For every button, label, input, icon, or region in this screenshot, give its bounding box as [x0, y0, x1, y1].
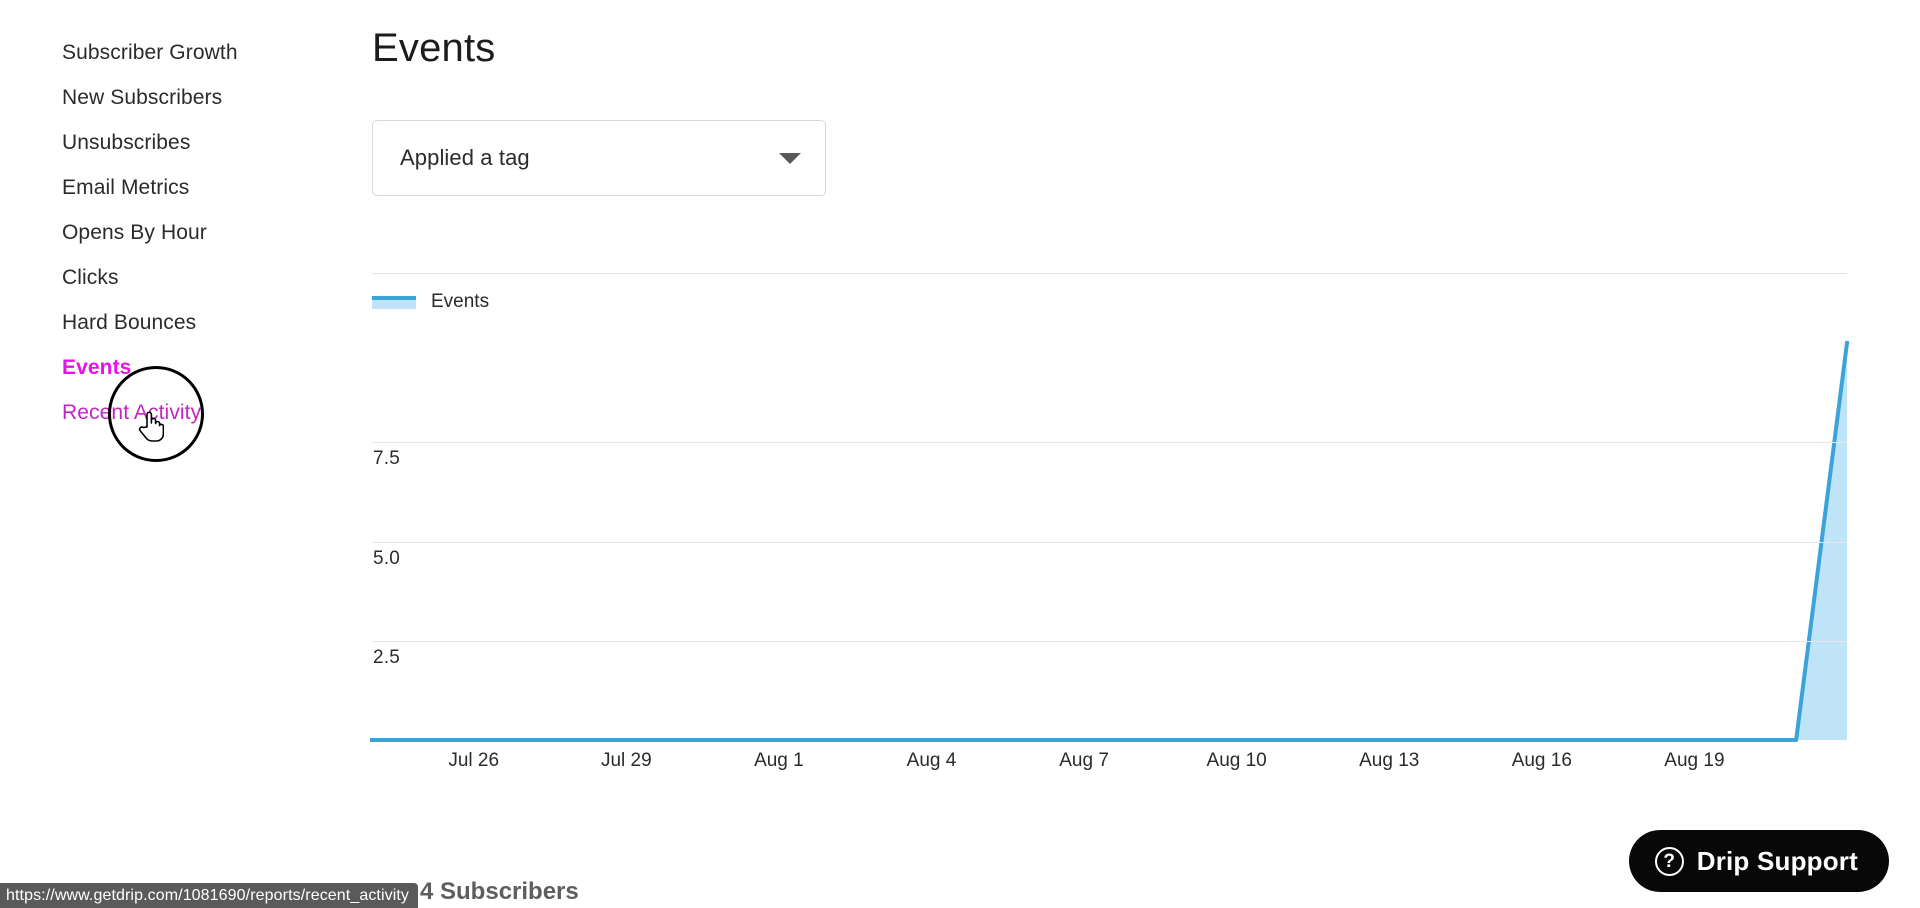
chart-y-tick-label: 2.5 [373, 646, 401, 668]
status-bar-url: https://www.getdrip.com/1081690/reports/… [0, 883, 419, 908]
chart-x-tick-label: Aug 19 [1664, 750, 1725, 771]
page-title: Events [372, 26, 496, 70]
sidebar-item-email-metrics[interactable]: Email Metrics [0, 165, 372, 210]
legend-label-events: Events [431, 291, 490, 312]
chart-x-tick-label: Aug 7 [1059, 750, 1109, 771]
events-chart: Events 2.5 5.0 7.5 Jul 26 Jul 29 Aug 1 Aug 4 A… [370, 255, 1850, 785]
chart-x-tick-label: Aug 10 [1206, 750, 1267, 771]
event-type-dropdown-value: Applied a tag [400, 145, 530, 170]
chart-y-tick-label: 5.0 [373, 547, 401, 569]
reports-page: Subscriber Growth New Subscribers Unsubs… [0, 0, 1920, 908]
chart-x-tick-label: Jul 26 [448, 750, 500, 771]
drip-support-label: Drip Support [1696, 845, 1858, 876]
sidebar-item-recent-activity[interactable]: Recent Activity [0, 390, 372, 435]
main-content: Events Applied a tag Events 2.5 5.0 7.5 Ju… [370, 0, 1920, 908]
sidebar-item-hard-bounces[interactable]: Hard Bounces [0, 300, 372, 345]
chart-x-tick-label: Aug 16 [1511, 750, 1572, 771]
sidebar-item-new-subscribers[interactable]: New Subscribers [0, 75, 372, 120]
chart-top-divider [372, 273, 1847, 274]
chart-x-tick-label: Aug 1 [754, 750, 804, 771]
chart-gridline [372, 442, 1847, 444]
chart-gridline [372, 541, 1847, 543]
chart-x-tick-label: Jul 29 [600, 750, 652, 771]
chart-gridline [372, 640, 1847, 642]
drip-support-button[interactable]: ? Drip Support [1628, 830, 1889, 892]
chevron-down-icon [779, 152, 801, 164]
question-circle-icon: ? [1654, 846, 1684, 876]
sidebar-item-opens-by-hour[interactable]: Opens By Hour [0, 210, 372, 255]
background-subscribers-text: 4 Subscribers [420, 878, 579, 905]
chart-x-tick-label: Aug 4 [906, 750, 957, 771]
chart-y-tick-label: 7.5 [373, 448, 401, 470]
event-type-dropdown[interactable]: Applied a tag [372, 120, 826, 196]
reports-sidebar: Subscriber Growth New Subscribers Unsubs… [0, 0, 372, 908]
legend-swatch-events [372, 295, 416, 309]
sidebar-item-subscriber-growth[interactable]: Subscriber Growth [0, 30, 372, 75]
chart-plot-area[interactable]: 2.5 5.0 7.5 [370, 340, 1850, 742]
chart-x-tick-label: Aug 13 [1359, 750, 1420, 771]
sidebar-item-events[interactable]: Events [0, 345, 372, 390]
chart-x-axis: Jul 26 Jul 29 Aug 1 Aug 4 Aug 7 Aug 10 Aug 13 A… [372, 750, 1847, 784]
sidebar-item-clicks[interactable]: Clicks [0, 255, 372, 300]
chart-legend[interactable]: Events [372, 287, 489, 317]
sidebar-item-unsubscribes[interactable]: Unsubscribes [0, 120, 372, 165]
